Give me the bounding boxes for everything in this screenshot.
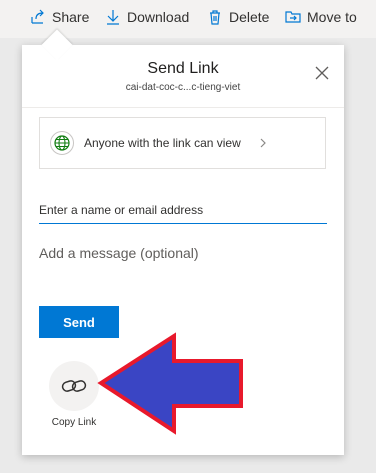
close-icon[interactable] [314, 65, 330, 81]
link-icon [61, 380, 87, 392]
message-input[interactable] [39, 245, 327, 279]
delete-label: Delete [229, 9, 270, 25]
download-icon [107, 10, 119, 25]
share-command[interactable]: Share [30, 9, 89, 25]
globe-icon [50, 131, 74, 155]
delete-command[interactable]: Delete [207, 9, 269, 25]
copy-link-label: Copy Link [51, 417, 97, 428]
move-to-label: Move to [307, 9, 357, 25]
share-icon [31, 9, 44, 24]
delete-icon [210, 10, 220, 25]
download-label: Download [127, 9, 190, 25]
divider [22, 107, 344, 108]
file-name: cai-dat-coc-c...c-tieng-viet [125, 82, 241, 93]
move-to-command[interactable]: Move to [285, 9, 357, 25]
recipient-input[interactable] [39, 197, 327, 224]
link-setting-label: Anyone with the link can view [84, 136, 241, 150]
download-command[interactable]: Download [105, 9, 189, 25]
share-label: Share [52, 9, 90, 25]
panel-title: Send Link [147, 60, 219, 77]
send-link-panel: Send Link cai-dat-coc-c...c-tieng-viet A… [22, 45, 344, 455]
copy-link-button[interactable] [49, 361, 99, 411]
chevron-right-icon [260, 138, 266, 148]
link-settings-button[interactable]: Anyone with the link can view [39, 117, 326, 169]
move-to-icon [285, 11, 301, 23]
send-button[interactable]: Send [39, 306, 119, 338]
